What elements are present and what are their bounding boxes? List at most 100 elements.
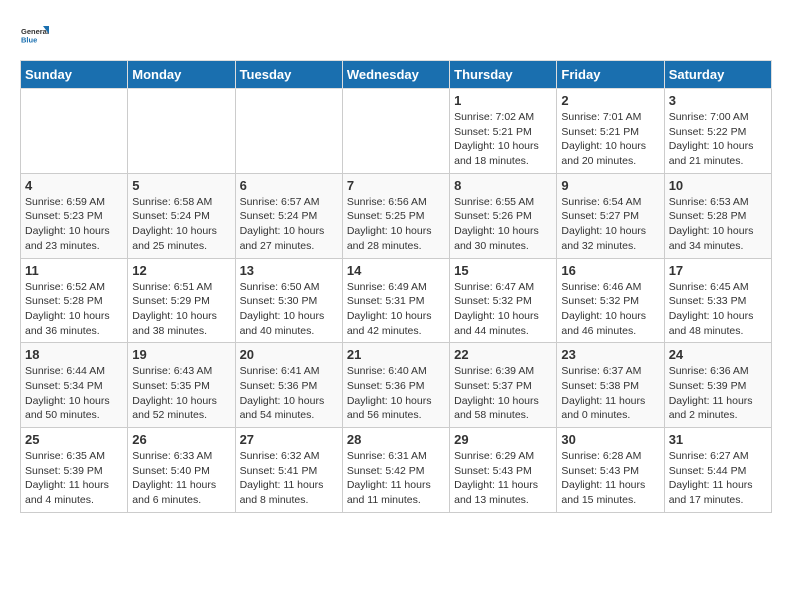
day-number: 2 bbox=[561, 93, 659, 108]
day-info: Sunrise: 6:37 AM Sunset: 5:38 PM Dayligh… bbox=[561, 364, 659, 423]
day-number: 14 bbox=[347, 263, 445, 278]
day-info: Sunrise: 6:40 AM Sunset: 5:36 PM Dayligh… bbox=[347, 364, 445, 423]
day-number: 20 bbox=[240, 347, 338, 362]
calendar-cell: 24 Sunrise: 6:36 AM Sunset: 5:39 PM Dayli… bbox=[664, 343, 771, 428]
calendar-cell: 26Sunrise: 6:33 AM Sunset: 5:40 PM Dayli… bbox=[128, 428, 235, 513]
calendar-cell: 6Sunrise: 6:57 AM Sunset: 5:24 PM Daylig… bbox=[235, 173, 342, 258]
day-number: 12 bbox=[132, 263, 230, 278]
week-row-3: 11 Sunrise: 6:52 AM Sunset: 5:28 PM Dayli… bbox=[21, 258, 772, 343]
week-row-2: 4Sunrise: 6:59 AM Sunset: 5:23 PM Daylig… bbox=[21, 173, 772, 258]
calendar-cell: 22 Sunrise: 6:39 AM Sunset: 5:37 PM Dayli… bbox=[450, 343, 557, 428]
day-number: 10 bbox=[669, 178, 767, 193]
calendar-cell: 18 Sunrise: 6:44 AM Sunset: 5:34 PM Dayli… bbox=[21, 343, 128, 428]
calendar-cell: 5Sunrise: 6:58 AM Sunset: 5:24 PM Daylig… bbox=[128, 173, 235, 258]
week-row-4: 18 Sunrise: 6:44 AM Sunset: 5:34 PM Dayli… bbox=[21, 343, 772, 428]
day-number: 11 bbox=[25, 263, 123, 278]
day-number: 3 bbox=[669, 93, 767, 108]
day-info: Sunrise: 6:52 AM Sunset: 5:28 PM Dayligh… bbox=[25, 280, 123, 339]
calendar-cell: 7 Sunrise: 6:56 AM Sunset: 5:25 PM Daylig… bbox=[342, 173, 449, 258]
days-header-row: SundayMondayTuesdayWednesdayThursdayFrid… bbox=[21, 61, 772, 89]
day-number: 25 bbox=[25, 432, 123, 447]
calendar-cell: 21 Sunrise: 6:40 AM Sunset: 5:36 PM Dayli… bbox=[342, 343, 449, 428]
day-info: Sunrise: 6:36 AM Sunset: 5:39 PM Dayligh… bbox=[669, 364, 767, 423]
logo: GeneralBlue bbox=[20, 20, 50, 50]
day-info: Sunrise: 6:39 AM Sunset: 5:37 PM Dayligh… bbox=[454, 364, 552, 423]
day-number: 16 bbox=[561, 263, 659, 278]
calendar-cell: 16Sunrise: 6:46 AM Sunset: 5:32 PM Dayli… bbox=[557, 258, 664, 343]
day-number: 18 bbox=[25, 347, 123, 362]
svg-text:General: General bbox=[21, 27, 49, 36]
day-number: 29 bbox=[454, 432, 552, 447]
calendar-cell: 30 Sunrise: 6:28 AM Sunset: 5:43 PM Dayli… bbox=[557, 428, 664, 513]
day-number: 17 bbox=[669, 263, 767, 278]
day-info: Sunrise: 6:44 AM Sunset: 5:34 PM Dayligh… bbox=[25, 364, 123, 423]
calendar-cell: 23 Sunrise: 6:37 AM Sunset: 5:38 PM Dayli… bbox=[557, 343, 664, 428]
day-header-tuesday: Tuesday bbox=[235, 61, 342, 89]
day-number: 31 bbox=[669, 432, 767, 447]
day-info: Sunrise: 7:02 AM Sunset: 5:21 PM Dayligh… bbox=[454, 110, 552, 169]
calendar-cell: 4Sunrise: 6:59 AM Sunset: 5:23 PM Daylig… bbox=[21, 173, 128, 258]
calendar-cell bbox=[235, 89, 342, 174]
calendar-cell: 3 Sunrise: 7:00 AM Sunset: 5:22 PM Daylig… bbox=[664, 89, 771, 174]
calendar-cell: 29 Sunrise: 6:29 AM Sunset: 5:43 PM Dayli… bbox=[450, 428, 557, 513]
calendar-table: SundayMondayTuesdayWednesdayThursdayFrid… bbox=[20, 60, 772, 513]
day-number: 23 bbox=[561, 347, 659, 362]
calendar-cell: 25Sunrise: 6:35 AM Sunset: 5:39 PM Dayli… bbox=[21, 428, 128, 513]
calendar-cell: 9 Sunrise: 6:54 AM Sunset: 5:27 PM Daylig… bbox=[557, 173, 664, 258]
day-info: Sunrise: 7:00 AM Sunset: 5:22 PM Dayligh… bbox=[669, 110, 767, 169]
week-row-5: 25Sunrise: 6:35 AM Sunset: 5:39 PM Dayli… bbox=[21, 428, 772, 513]
calendar-cell: 14 Sunrise: 6:49 AM Sunset: 5:31 PM Dayli… bbox=[342, 258, 449, 343]
day-info: Sunrise: 6:50 AM Sunset: 5:30 PM Dayligh… bbox=[240, 280, 338, 339]
day-info: Sunrise: 6:49 AM Sunset: 5:31 PM Dayligh… bbox=[347, 280, 445, 339]
calendar-cell: 20 Sunrise: 6:41 AM Sunset: 5:36 PM Dayli… bbox=[235, 343, 342, 428]
day-number: 24 bbox=[669, 347, 767, 362]
day-info: Sunrise: 6:28 AM Sunset: 5:43 PM Dayligh… bbox=[561, 449, 659, 508]
day-info: Sunrise: 6:56 AM Sunset: 5:25 PM Dayligh… bbox=[347, 195, 445, 254]
svg-text:Blue: Blue bbox=[21, 36, 37, 45]
calendar-cell: 11 Sunrise: 6:52 AM Sunset: 5:28 PM Dayli… bbox=[21, 258, 128, 343]
day-info: Sunrise: 7:01 AM Sunset: 5:21 PM Dayligh… bbox=[561, 110, 659, 169]
calendar-cell: 10 Sunrise: 6:53 AM Sunset: 5:28 PM Dayli… bbox=[664, 173, 771, 258]
calendar-cell: 28 Sunrise: 6:31 AM Sunset: 5:42 PM Dayli… bbox=[342, 428, 449, 513]
day-number: 13 bbox=[240, 263, 338, 278]
logo-icon: GeneralBlue bbox=[20, 20, 50, 50]
calendar-cell: 2 Sunrise: 7:01 AM Sunset: 5:21 PM Daylig… bbox=[557, 89, 664, 174]
day-number: 15 bbox=[454, 263, 552, 278]
calendar-cell: 12Sunrise: 6:51 AM Sunset: 5:29 PM Dayli… bbox=[128, 258, 235, 343]
day-header-monday: Monday bbox=[128, 61, 235, 89]
page-header: GeneralBlue bbox=[20, 20, 772, 50]
day-number: 7 bbox=[347, 178, 445, 193]
day-info: Sunrise: 6:43 AM Sunset: 5:35 PM Dayligh… bbox=[132, 364, 230, 423]
week-row-1: 1Sunrise: 7:02 AM Sunset: 5:21 PM Daylig… bbox=[21, 89, 772, 174]
calendar-cell: 15Sunrise: 6:47 AM Sunset: 5:32 PM Dayli… bbox=[450, 258, 557, 343]
day-info: Sunrise: 6:57 AM Sunset: 5:24 PM Dayligh… bbox=[240, 195, 338, 254]
calendar-cell: 8 Sunrise: 6:55 AM Sunset: 5:26 PM Daylig… bbox=[450, 173, 557, 258]
day-number: 30 bbox=[561, 432, 659, 447]
calendar-cell: 31 Sunrise: 6:27 AM Sunset: 5:44 PM Dayli… bbox=[664, 428, 771, 513]
day-info: Sunrise: 6:58 AM Sunset: 5:24 PM Dayligh… bbox=[132, 195, 230, 254]
day-number: 26 bbox=[132, 432, 230, 447]
calendar-cell: 1Sunrise: 7:02 AM Sunset: 5:21 PM Daylig… bbox=[450, 89, 557, 174]
calendar-cell: 27Sunrise: 6:32 AM Sunset: 5:41 PM Dayli… bbox=[235, 428, 342, 513]
calendar-cell: 17Sunrise: 6:45 AM Sunset: 5:33 PM Dayli… bbox=[664, 258, 771, 343]
day-info: Sunrise: 6:29 AM Sunset: 5:43 PM Dayligh… bbox=[454, 449, 552, 508]
day-number: 28 bbox=[347, 432, 445, 447]
day-info: Sunrise: 6:27 AM Sunset: 5:44 PM Dayligh… bbox=[669, 449, 767, 508]
day-info: Sunrise: 6:53 AM Sunset: 5:28 PM Dayligh… bbox=[669, 195, 767, 254]
day-info: Sunrise: 6:31 AM Sunset: 5:42 PM Dayligh… bbox=[347, 449, 445, 508]
day-info: Sunrise: 6:32 AM Sunset: 5:41 PM Dayligh… bbox=[240, 449, 338, 508]
day-number: 21 bbox=[347, 347, 445, 362]
day-number: 22 bbox=[454, 347, 552, 362]
day-number: 8 bbox=[454, 178, 552, 193]
calendar-cell bbox=[128, 89, 235, 174]
day-number: 4 bbox=[25, 178, 123, 193]
day-info: Sunrise: 6:41 AM Sunset: 5:36 PM Dayligh… bbox=[240, 364, 338, 423]
day-info: Sunrise: 6:54 AM Sunset: 5:27 PM Dayligh… bbox=[561, 195, 659, 254]
calendar-cell: 13 Sunrise: 6:50 AM Sunset: 5:30 PM Dayli… bbox=[235, 258, 342, 343]
day-header-sunday: Sunday bbox=[21, 61, 128, 89]
day-number: 9 bbox=[561, 178, 659, 193]
day-header-wednesday: Wednesday bbox=[342, 61, 449, 89]
day-header-friday: Friday bbox=[557, 61, 664, 89]
day-info: Sunrise: 6:55 AM Sunset: 5:26 PM Dayligh… bbox=[454, 195, 552, 254]
day-header-thursday: Thursday bbox=[450, 61, 557, 89]
